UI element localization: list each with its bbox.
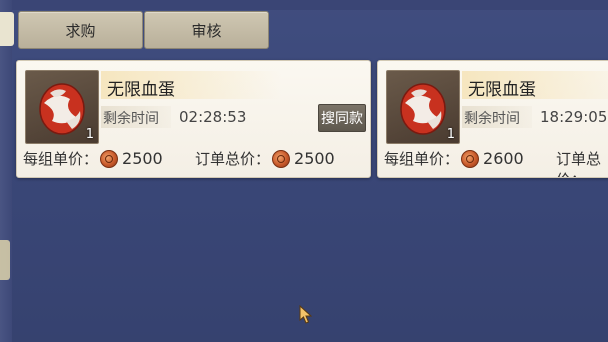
unit-price-row: 每组单价： 2500 [23,148,163,169]
left-panel-edge [0,0,12,342]
listing-card[interactable]: 1 无限血蛋 剩余时间 18:29:05 每组单价： 2600 订单总价： [377,60,608,178]
unit-price-label: 每组单价： [23,150,99,168]
left-side-tab[interactable] [0,240,10,280]
top-bar [0,0,608,10]
total-price-row: 订单总价： 2500 [195,148,335,169]
tab-buy[interactable]: 求购 [18,11,143,49]
item-slot[interactable]: 1 [386,70,460,144]
total-price-row: 订单总价： [556,148,608,177]
total-price-label: 订单总价： [195,150,271,168]
item-slot[interactable]: 1 [25,70,99,144]
red-egg-icon [39,83,85,135]
mouse-pointer-icon [299,305,313,324]
search-same-label: 搜同款 [321,111,363,127]
red-egg-icon [400,83,446,135]
unit-price-value: 2600 [483,149,524,168]
coin-icon [461,149,480,168]
tab-review[interactable]: 审核 [144,11,269,49]
left-tab[interactable] [0,12,14,46]
item-name: 无限血蛋 [107,80,175,100]
listing-card[interactable]: 1 无限血蛋 剩余时间 02:28:53 搜同款 每组单价： 2500 订单总价… [16,60,371,178]
coin-icon [100,149,119,168]
search-same-button[interactable]: 搜同款 [318,104,366,132]
tab-buy-label: 求购 [65,21,96,40]
unit-price-value: 2500 [122,149,163,168]
coin-icon [272,149,291,168]
unit-price-label: 每组单价： [384,150,460,168]
time-remaining-label: 剩余时间 [103,111,159,127]
item-quantity: 1 [85,127,94,142]
time-remaining-value: 02:28:53 [179,108,247,126]
time-remaining-label: 剩余时间 [464,111,520,127]
time-remaining-value: 18:29:05 [540,108,608,126]
item-quantity: 1 [446,127,455,142]
total-price-label: 订单总价： [556,150,602,177]
total-price-value: 2500 [294,149,335,168]
unit-price-row: 每组单价： 2600 [384,148,524,169]
item-name: 无限血蛋 [468,80,536,100]
tab-review-label: 审核 [191,21,222,40]
